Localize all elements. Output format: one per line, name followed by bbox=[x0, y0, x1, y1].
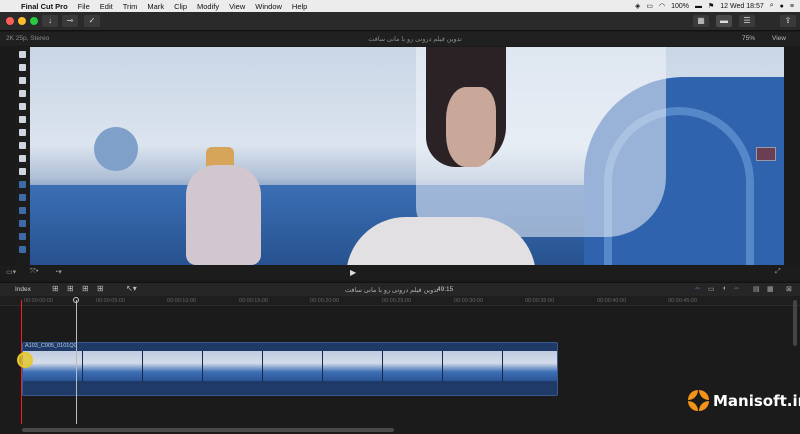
menu-item-file[interactable]: File bbox=[73, 2, 95, 11]
keywords-icon[interactable]: ⊸ bbox=[62, 15, 78, 27]
side-mirror-shape bbox=[94, 127, 138, 171]
flag-icon[interactable]: ⚑ bbox=[708, 2, 714, 10]
flag-icon-overlay bbox=[756, 147, 776, 161]
dropbox-icon[interactable]: ◈ bbox=[635, 2, 640, 10]
mirroring-icon[interactable]: ▭ bbox=[646, 2, 653, 10]
import-icon[interactable]: ↓ bbox=[42, 15, 58, 27]
battery-percent: 100% bbox=[671, 2, 689, 10]
solo-icon[interactable]: ◖ bbox=[722, 285, 726, 292]
video-clip[interactable]: A103_C005_0101Q0 bbox=[22, 342, 558, 396]
inspector-layout-icon[interactable]: ☰ bbox=[739, 15, 755, 27]
ruler-tick: 00:00:40:00 bbox=[597, 298, 627, 304]
timeline-ruler[interactable]: 00:00:00:00 00:00:05:00 00:00:10:00 00:0… bbox=[0, 296, 800, 306]
timeline-toolbar: Index ⊞ ⊞ ⊞ ⊞ ↖▾ تدوین فیلم درونی رو با … bbox=[0, 282, 800, 296]
viewer-controls: ▭▾ ⤧▾ ◔▾ ▶ ⤢ bbox=[0, 266, 800, 280]
speed-icon[interactable]: ◔▾ bbox=[54, 268, 62, 276]
timeline-area[interactable]: A103_C005_0101Q0 bbox=[0, 306, 800, 434]
menu-bar: Final Cut Pro File Edit Trim Mark Clip M… bbox=[0, 0, 800, 12]
browser-layout-icon[interactable]: ▦ bbox=[693, 15, 709, 27]
face-shape bbox=[446, 87, 496, 167]
index-button[interactable]: Index bbox=[15, 286, 31, 293]
siri-icon[interactable]: ● bbox=[780, 3, 784, 10]
manisoft-logo-icon bbox=[688, 390, 710, 412]
format-label: 2K 25p, Stereo bbox=[6, 35, 50, 42]
view-menu[interactable]: View bbox=[772, 35, 786, 42]
effects-browser-icon[interactable]: ▦ bbox=[767, 285, 774, 293]
skimmer bbox=[76, 300, 77, 424]
insert-clip-icon[interactable]: ⊞ bbox=[67, 284, 74, 293]
menu-item-mark[interactable]: Mark bbox=[142, 2, 169, 11]
clock[interactable]: 12 Wed 18:57 bbox=[720, 3, 763, 10]
timeline-project-title: تدوین فیلم درونی رو با مانی سافت bbox=[345, 287, 439, 294]
transform-icon[interactable]: ⤧▾ bbox=[30, 268, 39, 276]
menu-item-help[interactable]: Help bbox=[287, 2, 312, 11]
vertical-scrollbar[interactable] bbox=[793, 300, 797, 346]
ruler-tick: 00:00:10:00 bbox=[167, 298, 197, 304]
audio-skimming-icon[interactable]: ▭ bbox=[708, 285, 715, 293]
transitions-browser-icon[interactable]: ⊠ bbox=[786, 285, 792, 293]
menu-item-edit[interactable]: Edit bbox=[95, 2, 118, 11]
viewer-header: 2K 25p, Stereo تدوین فیلم درونی رو با ما… bbox=[0, 32, 800, 46]
hand-shape bbox=[186, 165, 261, 265]
clip-appearance-icon[interactable]: ▤ bbox=[753, 285, 760, 293]
append-clip-icon[interactable]: ⊞ bbox=[82, 284, 89, 293]
watermark: Manisoft.ir bbox=[688, 390, 800, 412]
clip-name: A103_C005_0101Q0 bbox=[25, 343, 77, 349]
notification-center-icon[interactable]: ≡ bbox=[790, 3, 794, 10]
zoom-window-button[interactable] bbox=[30, 17, 38, 25]
menu-item-modify[interactable]: Modify bbox=[192, 2, 224, 11]
app-toolbar: ↓ ⊸ ✓ ▦ ▬ ☰ ⇪ bbox=[0, 12, 800, 31]
minimize-window-button[interactable] bbox=[18, 17, 26, 25]
skimming-icon[interactable]: ⇔ bbox=[694, 285, 701, 292]
snapping-icon[interactable]: ⇔ bbox=[733, 285, 740, 292]
connect-clip-icon[interactable]: ⊞ bbox=[52, 284, 59, 293]
video-viewer[interactable] bbox=[16, 47, 784, 265]
zoom-level[interactable]: 75% bbox=[742, 35, 755, 42]
menu-item-clip[interactable]: Clip bbox=[169, 2, 192, 11]
play-icon[interactable]: ▶ bbox=[350, 268, 356, 277]
ruler-tick: 00:00:05:00 bbox=[96, 298, 126, 304]
ruler-tick: 00:00:30:00 bbox=[454, 298, 484, 304]
click-indicator bbox=[17, 352, 33, 368]
close-window-button[interactable] bbox=[6, 17, 14, 25]
background-tasks-icon[interactable]: ✓ bbox=[84, 15, 100, 27]
view-options-icon[interactable]: ▭▾ bbox=[6, 268, 16, 276]
fullscreen-icon[interactable]: ⤢ bbox=[775, 268, 781, 276]
ruler-tick: 00:00:45:00 bbox=[668, 298, 698, 304]
menu-item-window[interactable]: Window bbox=[250, 2, 287, 11]
horizontal-scrollbar[interactable] bbox=[22, 428, 394, 432]
menu-item-trim[interactable]: Trim bbox=[118, 2, 143, 11]
film-sprocket-strip bbox=[16, 47, 30, 265]
viewer-project-title: تدوین فیلم درونی رو با مانی سافت bbox=[368, 36, 462, 43]
overwrite-clip-icon[interactable]: ⊞ bbox=[97, 284, 104, 293]
menu-item-app[interactable]: Final Cut Pro bbox=[16, 2, 73, 11]
ruler-tick: 00:00:25:00 bbox=[382, 298, 412, 304]
timeline-duration: 49:15 bbox=[437, 286, 454, 293]
ruler-tick: 00:00:20:00 bbox=[310, 298, 340, 304]
ruler-tick: 00:00:35:00 bbox=[525, 298, 555, 304]
share-icon[interactable]: ⇪ bbox=[780, 15, 796, 27]
select-tool-icon[interactable]: ↖▾ bbox=[126, 284, 137, 293]
wifi-icon[interactable]: ◠ bbox=[659, 2, 665, 10]
spotlight-icon[interactable]: ⌕ bbox=[770, 2, 774, 10]
watermark-text: Manisoft.ir bbox=[713, 392, 800, 410]
timeline-layout-icon[interactable]: ▬ bbox=[716, 15, 732, 27]
ruler-tick: 00:00:00:00 bbox=[24, 298, 54, 304]
menu-item-view[interactable]: View bbox=[224, 2, 250, 11]
battery-icon[interactable]: ▬ bbox=[695, 3, 702, 10]
ruler-tick: 00:00:15:00 bbox=[239, 298, 269, 304]
